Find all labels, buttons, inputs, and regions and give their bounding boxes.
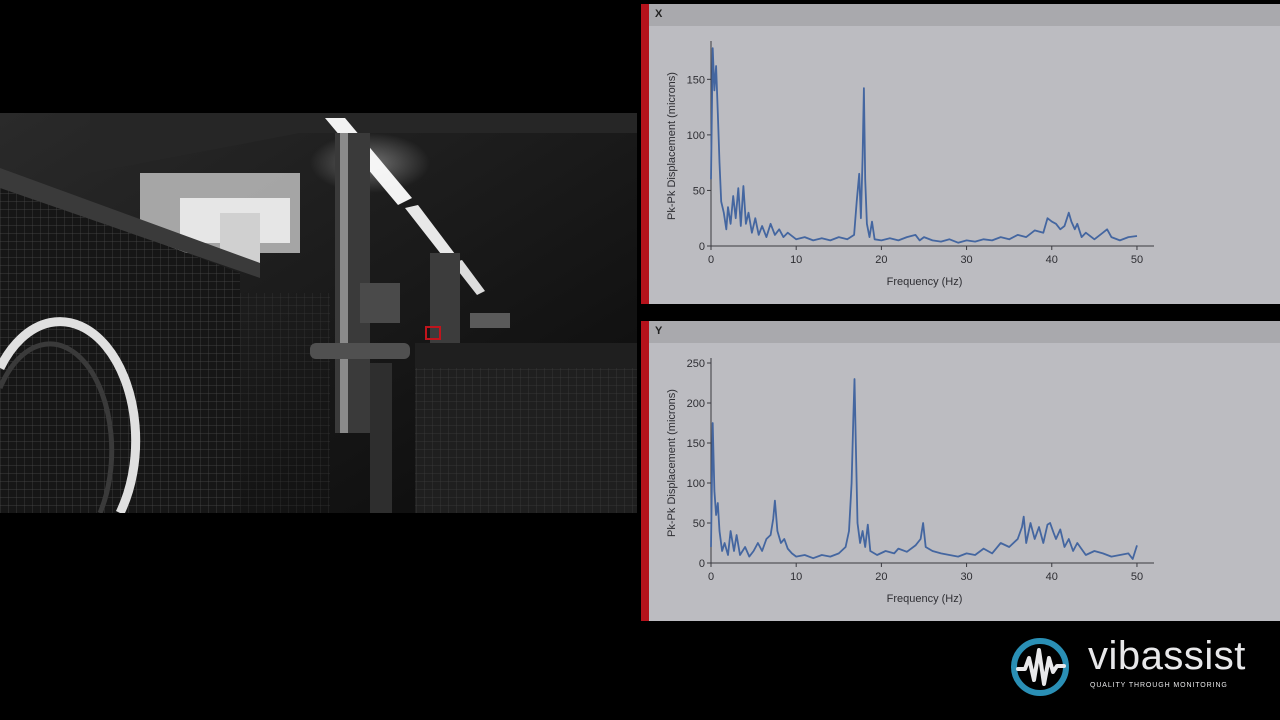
x-tick-label: 10 bbox=[790, 254, 802, 266]
y-axis-label: Pk-Pk Displacement (microns) bbox=[666, 389, 678, 537]
panel-accent-bar bbox=[641, 4, 649, 304]
y-tick-label: 250 bbox=[687, 358, 705, 370]
panel-title: X bbox=[655, 8, 663, 20]
chart-panel-y: Y 0 10 20 30 40 50 0 50 100 150 200 250 Frequency (H… bbox=[641, 321, 1280, 621]
x-tick-label: 10 bbox=[790, 571, 802, 583]
chart-panel-x: X 0 10 20 30 40 50 0 50 100 150 Frequency (Hz) Pk-P… bbox=[641, 4, 1280, 304]
x-tick-label: 40 bbox=[1046, 571, 1058, 583]
series-line bbox=[710, 47, 1138, 244]
camera-feed bbox=[0, 113, 637, 513]
x-tick-label: 20 bbox=[875, 254, 887, 266]
y-axis-label: Pk-Pk Displacement (microns) bbox=[666, 72, 678, 220]
vibassist-wave-icon bbox=[1011, 638, 1069, 696]
x-tick-label: 30 bbox=[960, 254, 972, 266]
y-tick-label: 100 bbox=[687, 478, 705, 490]
x-tick-label: 50 bbox=[1131, 571, 1143, 583]
x-axis-label: Frequency (Hz) bbox=[887, 593, 963, 605]
y-tick-label: 50 bbox=[693, 185, 705, 197]
panel-header: Y bbox=[649, 321, 1280, 343]
y-tick-label: 200 bbox=[687, 398, 705, 410]
y-tick-label: 150 bbox=[687, 438, 705, 450]
y-tick-label: 50 bbox=[693, 518, 705, 530]
brand-logo: vibassist QUALITY THROUGH MONITORING bbox=[1008, 634, 1268, 698]
factory-scene-image bbox=[0, 113, 637, 513]
series-line bbox=[710, 378, 1138, 560]
panel-accent-bar bbox=[641, 321, 649, 621]
spectrum-chart-y: 0 10 20 30 40 50 0 50 100 150 200 250 Frequency (Hz)… bbox=[666, 358, 1154, 605]
x-tick-label: 0 bbox=[708, 254, 714, 266]
brand-name: vibassist bbox=[1088, 634, 1246, 678]
y-tick-label: 150 bbox=[687, 74, 705, 86]
spectrum-chart-x: 0 10 20 30 40 50 0 50 100 150 Frequency (Hz) Pk-Pk … bbox=[666, 41, 1154, 288]
brand-tagline: QUALITY THROUGH MONITORING bbox=[1090, 682, 1228, 689]
y-tick-label: 0 bbox=[699, 241, 705, 253]
x-tick-label: 30 bbox=[960, 571, 972, 583]
x-tick-label: 0 bbox=[708, 571, 714, 583]
x-tick-label: 20 bbox=[875, 571, 887, 583]
x-axis-label: Frequency (Hz) bbox=[887, 276, 963, 288]
y-tick-label: 0 bbox=[699, 558, 705, 570]
panel-header: X bbox=[649, 4, 1280, 26]
x-tick-label: 40 bbox=[1046, 254, 1058, 266]
y-tick-label: 100 bbox=[687, 130, 705, 142]
panel-title: Y bbox=[655, 325, 663, 337]
x-tick-label: 50 bbox=[1131, 254, 1143, 266]
